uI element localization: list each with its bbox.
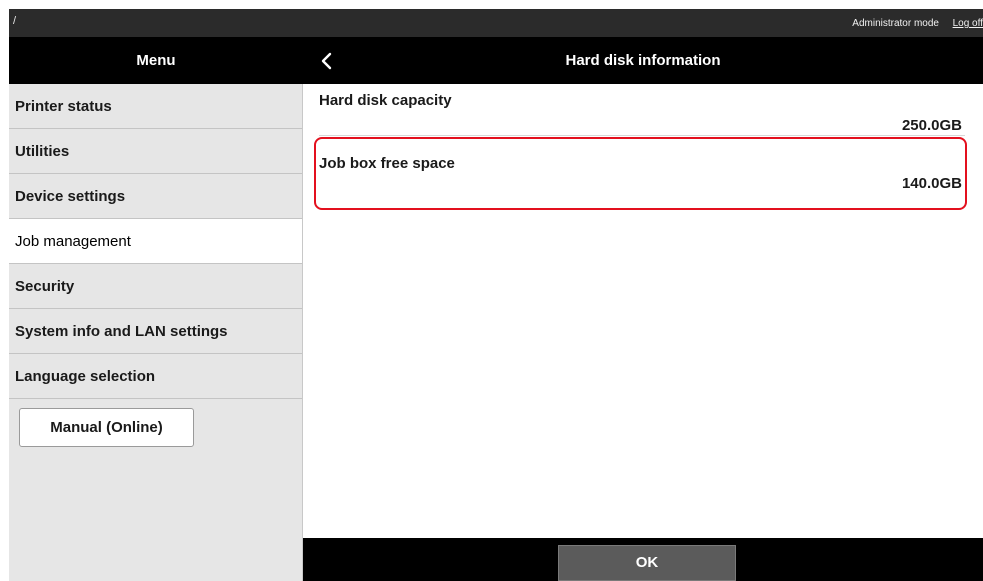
sidebar-item-system-info-lan-settings[interactable]: System info and LAN settings <box>9 309 302 354</box>
administrator-mode-label: Administrator mode <box>852 18 939 29</box>
page-title: Hard disk information <box>565 52 721 69</box>
job-box-free-space-label: Job box free space <box>319 155 455 172</box>
sidebar-menu: Printer status Utilities Device settings… <box>9 84 303 581</box>
sidebar-item-job-management[interactable]: Job management <box>9 219 302 264</box>
row-divider <box>319 135 965 136</box>
sidebar-item-printer-status[interactable]: Printer status <box>9 84 302 129</box>
sidebar-item-language-selection[interactable]: Language selection <box>9 354 302 399</box>
job-box-free-space-value: 140.0GB <box>901 175 962 192</box>
footer-bar: OK <box>303 538 983 581</box>
log-off-link[interactable]: Log off <box>953 18 983 29</box>
hard-disk-capacity-value: 250.0GB <box>901 117 962 134</box>
manual-online-button[interactable]: Manual (Online) <box>19 408 194 447</box>
chevron-left-icon <box>321 52 332 70</box>
hard-disk-capacity-label: Hard disk capacity <box>319 92 452 109</box>
main-content: Hard disk capacity 250.0GB Job box free … <box>303 84 983 538</box>
header-bar: Menu Hard disk information <box>9 37 983 84</box>
sidebar-item-security[interactable]: Security <box>9 264 302 309</box>
screen: / Administrator mode Log off Menu Hard d… <box>0 0 983 581</box>
hard-disk-capacity-row: Hard disk capacity 250.0GB <box>319 92 969 134</box>
sidebar-item-utilities[interactable]: Utilities <box>9 129 302 174</box>
top-status-bar: / Administrator mode Log off <box>9 9 983 37</box>
job-box-free-space-row: Job box free space 140.0GB <box>319 155 969 192</box>
top-bar-mark: / <box>13 15 17 27</box>
sidebar-item-device-settings[interactable]: Device settings <box>9 174 302 219</box>
menu-title: Menu <box>136 52 176 69</box>
back-button[interactable] <box>315 47 339 75</box>
ok-button[interactable]: OK <box>558 545 736 581</box>
